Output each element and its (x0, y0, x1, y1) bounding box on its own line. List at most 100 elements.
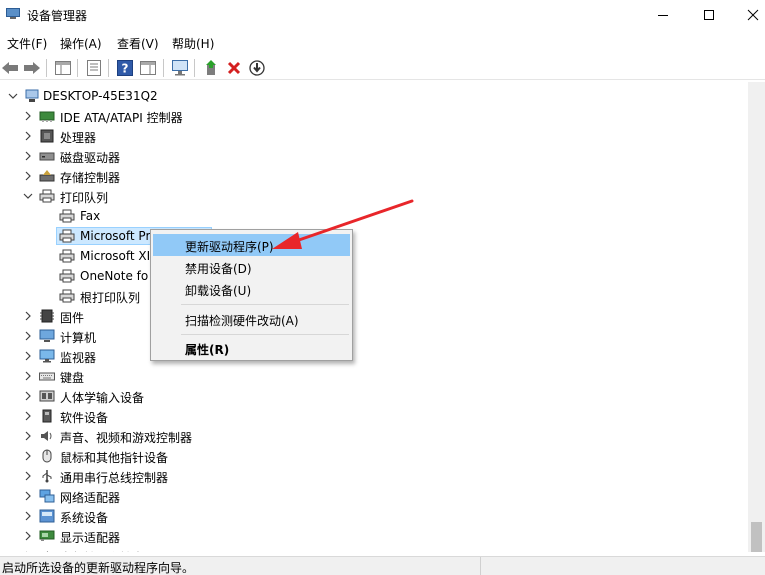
properties-menu-item[interactable]: 属性(R) (153, 337, 350, 359)
tree-category-item[interactable]: 键盘 (0, 366, 748, 386)
tree-category-item[interactable]: 人体学输入设备 (0, 386, 748, 406)
tree-category-item[interactable]: 通用串行总线控制器 (0, 466, 748, 486)
download-driver-icon[interactable] (247, 58, 267, 78)
network-adapter-icon (39, 489, 55, 503)
tree-item-label: IDE ATA/ATAPI 控制器 (60, 111, 183, 125)
chevron-right-icon[interactable] (22, 370, 34, 382)
toolbar-divider (163, 59, 164, 77)
monitor-icon (39, 349, 55, 363)
uninstall-device-menu-item[interactable]: 卸载设备(U) (153, 278, 350, 300)
chevron-right-icon[interactable] (22, 430, 34, 442)
tree-item-label: 根打印队列 (80, 291, 141, 305)
printer-icon (59, 289, 75, 303)
chevron-right-icon[interactable] (22, 350, 34, 362)
device-tree: DESKTOP-45E31Q2 IDE ATA/ATAPI 控制器 处理器 磁盘驱动… (0, 82, 748, 552)
tree-category-item[interactable]: 网络适配器 (0, 486, 748, 506)
device-manager-icon (6, 8, 20, 20)
tree-category-item[interactable]: 监视器 (0, 346, 748, 366)
chevron-right-icon[interactable] (22, 110, 34, 122)
tree-category-item[interactable]: 存储控制器 (0, 166, 748, 186)
menu-item-label: 属性(R) (185, 343, 230, 357)
help-icon[interactable]: ? (115, 58, 135, 78)
view-panel-icon[interactable] (138, 58, 158, 78)
chevron-right-icon[interactable] (22, 550, 34, 552)
scrollbar-thumb[interactable] (751, 522, 762, 552)
menu-view[interactable]: 查看(V) (117, 35, 159, 52)
toolbar-divider (77, 59, 78, 77)
usb-icon (39, 469, 55, 483)
uninstall-x-icon[interactable] (224, 58, 244, 78)
tree-item-label: 系统设备 (60, 511, 109, 525)
tree-category-item[interactable]: 磁盘驱动器 (0, 146, 748, 166)
tree-category-item[interactable]: 计算机 (0, 326, 748, 346)
tree-child-item[interactable]: Fax (0, 206, 748, 226)
tree-item-label: 计算机 (60, 331, 97, 345)
update-driver-icon[interactable] (201, 58, 221, 78)
tree-category-item[interactable]: 音频输入和输出 (0, 546, 748, 552)
menu-separator (181, 334, 349, 335)
close-button[interactable] (730, 0, 765, 30)
sound-icon (39, 429, 55, 443)
tree-child-item[interactable]: Microsoft Pr (0, 226, 748, 246)
menu-item-label: 扫描检测硬件改动(A) (185, 314, 299, 328)
firmware-icon (39, 309, 55, 323)
tree-category-item[interactable]: 声音、视频和游戏控制器 (0, 426, 748, 446)
tree-category-item[interactable]: 软件设备 (0, 406, 748, 426)
chevron-right-icon[interactable] (22, 510, 34, 522)
tree-category-item[interactable]: 系统设备 (0, 506, 748, 526)
scan-hardware-icon[interactable] (170, 58, 190, 78)
chevron-right-icon[interactable] (22, 470, 34, 482)
forward-arrow-icon[interactable] (22, 58, 42, 78)
tree-child-item[interactable]: 根打印队列 (0, 286, 748, 306)
tree-category-item[interactable]: 显示适配器 (0, 526, 748, 546)
chevron-right-icon[interactable] (22, 170, 34, 182)
chevron-right-icon[interactable] (22, 530, 34, 542)
update-driver-menu-item[interactable]: 更新驱动程序(P) (153, 234, 350, 256)
chevron-right-icon[interactable] (22, 330, 34, 342)
menu-help[interactable]: 帮助(H) (172, 35, 214, 52)
tree-item-label: 鼠标和其他指针设备 (60, 451, 169, 465)
tree-category-item[interactable]: IDE ATA/ATAPI 控制器 (0, 106, 748, 126)
menu-action[interactable]: 操作(A) (60, 35, 102, 52)
tree-item-label: 音频输入和输出 (60, 549, 144, 552)
tree-category-item[interactable]: 鼠标和其他指针设备 (0, 446, 748, 466)
chevron-down-icon[interactable] (7, 90, 19, 102)
chevron-right-icon[interactable] (22, 450, 34, 462)
chevron-down-icon[interactable] (22, 190, 34, 202)
disk-drive-icon (39, 149, 55, 163)
chevron-right-icon[interactable] (22, 390, 34, 402)
tree-item-label: 键盘 (60, 371, 85, 385)
back-arrow-icon[interactable] (0, 58, 20, 78)
minimize-button[interactable] (640, 0, 686, 30)
tree-category-item[interactable]: 处理器 (0, 126, 748, 146)
status-bar: 启动所选设备的更新驱动程序向导。 (0, 556, 765, 575)
chevron-right-icon[interactable] (22, 490, 34, 502)
chevron-right-icon[interactable] (22, 130, 34, 142)
toolbar-divider (46, 59, 47, 77)
properties-sheet-icon[interactable] (84, 58, 104, 78)
computer-name: DESKTOP-45E31Q2 (43, 89, 158, 103)
tree-category-item[interactable]: 固件 (0, 306, 748, 326)
menu-item-label: 禁用设备(D) (185, 262, 252, 276)
chevron-right-icon[interactable] (22, 310, 34, 322)
storage-controller-icon (39, 169, 55, 183)
tree-root[interactable]: DESKTOP-45E31Q2 (0, 86, 748, 106)
chevron-right-icon[interactable] (22, 410, 34, 422)
chevron-right-icon[interactable] (22, 150, 34, 162)
menu-file[interactable]: 文件(F) (7, 35, 47, 52)
context-menu: 更新驱动程序(P) 禁用设备(D) 卸载设备(U) 扫描检测硬件改动(A) 属性… (150, 229, 353, 361)
processor-icon (39, 129, 55, 143)
vertical-scrollbar[interactable] (748, 82, 765, 552)
tree-child-item[interactable]: OneNote fo (0, 266, 748, 286)
audio-io-icon (39, 549, 55, 552)
scan-hardware-menu-item[interactable]: 扫描检测硬件改动(A) (153, 308, 350, 330)
tree-item-label: 通用串行总线控制器 (60, 471, 169, 485)
software-device-icon (39, 409, 55, 423)
tree-item-label: Fax (80, 209, 101, 223)
disable-device-menu-item[interactable]: 禁用设备(D) (153, 256, 350, 278)
tree-child-item[interactable]: Microsoft XI (0, 246, 748, 266)
tree-category-item[interactable]: 打印队列 (0, 186, 748, 206)
maximize-button[interactable] (686, 0, 732, 30)
printer-icon (39, 189, 55, 203)
show-hide-tree-icon[interactable] (53, 58, 73, 78)
